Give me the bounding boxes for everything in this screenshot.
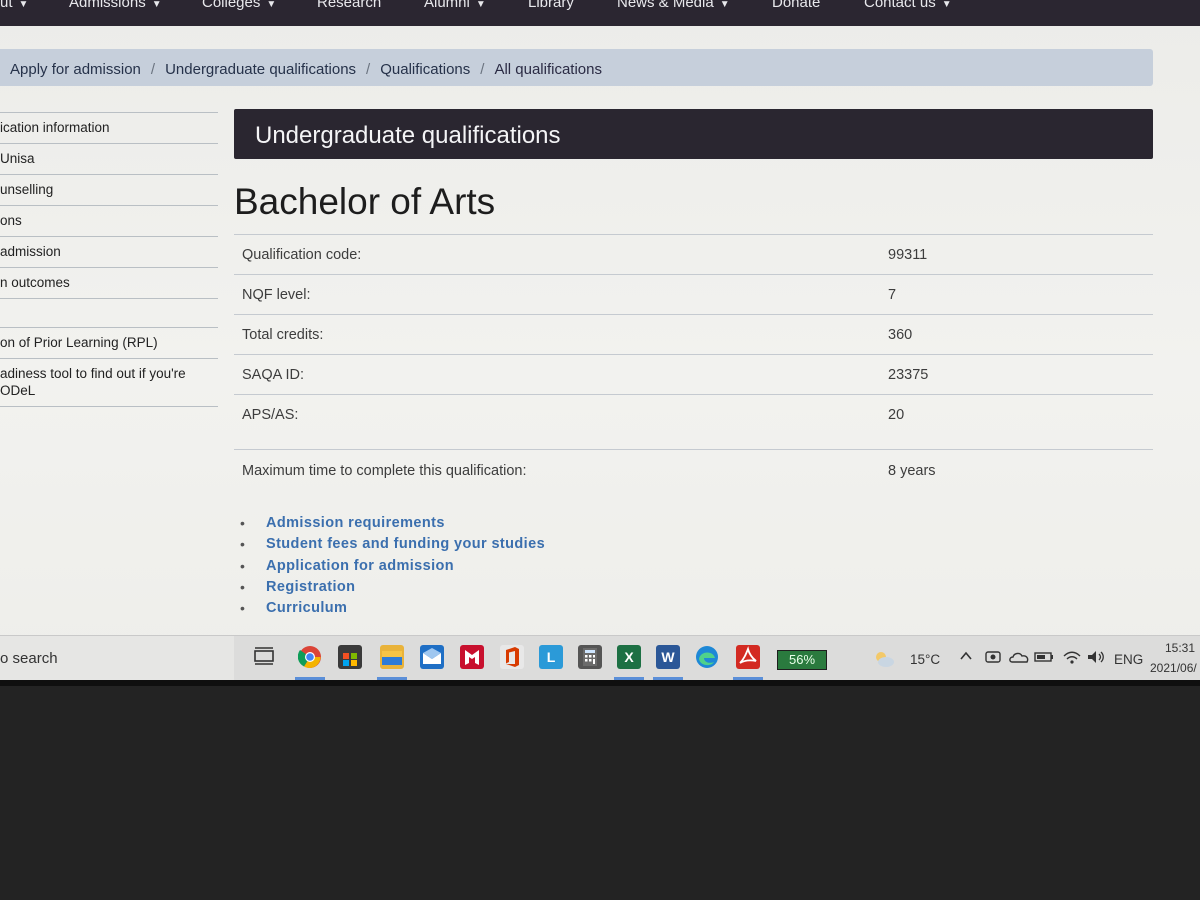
table-row: NQF level: 7 [234, 274, 1153, 315]
app-l-icon[interactable]: L [539, 645, 563, 669]
qualification-links: Admission requirements Student fees and … [240, 515, 545, 621]
row-label: SAQA ID: [234, 354, 888, 395]
list-item: Registration [240, 579, 545, 600]
weather-icon[interactable] [872, 649, 896, 672]
clock-date: 2021/06/ [1150, 661, 1197, 675]
file-explorer-icon[interactable] [380, 645, 404, 669]
breadcrumb-separator: / [366, 61, 371, 78]
table-row: Total credits: 360 [234, 314, 1153, 355]
row-value: 8 years [888, 449, 1153, 492]
page-title: Bachelor of Arts [234, 181, 496, 222]
office-icon[interactable] [500, 645, 524, 669]
mail-icon[interactable] [420, 645, 444, 669]
link-admission-requirements[interactable]: Admission requirements [266, 515, 445, 531]
chevron-down-icon: ▼ [941, 0, 952, 10]
qualification-details-table: Qualification code: 99311 NQF level: 7 T… [234, 234, 1153, 492]
task-view-icon[interactable] [252, 645, 276, 669]
chevron-down-icon: ▼ [266, 0, 277, 10]
breadcrumb-current: All qualifications [494, 61, 602, 78]
nav-news-media[interactable]: News & Media ▼ [617, 0, 730, 11]
row-label: Total credits: [234, 314, 888, 355]
table-spacer [234, 434, 1153, 450]
chevron-down-icon: ▼ [719, 0, 730, 10]
breadcrumb-qualifications[interactable]: Qualifications [380, 61, 470, 78]
volume-icon[interactable] [1086, 648, 1106, 669]
sidebar-menu: ication information Unisa unselling ons … [0, 112, 218, 407]
browser-screen: ut ▼ Admissions ▼ Colleges ▼ Research Alumn… [0, 0, 1200, 680]
calculator-icon[interactable] [578, 645, 602, 669]
nav-alumni[interactable]: Alumni ▼ [424, 0, 486, 11]
chevron-down-icon: ▼ [151, 0, 162, 10]
row-label: Qualification code: [234, 234, 888, 275]
pdf-reader-icon[interactable] [736, 645, 760, 669]
top-navigation: ut ▼ Admissions ▼ Colleges ▼ Research Alumn… [0, 0, 1200, 26]
sidebar-item-admission[interactable]: admission [0, 237, 218, 268]
chevron-down-icon: ▼ [18, 0, 29, 10]
row-value: 20 [888, 394, 1153, 434]
chevron-up-icon[interactable] [958, 648, 974, 667]
row-label: Maximum time to complete this qualificat… [234, 449, 888, 492]
taskbar-search-box[interactable]: o search [0, 636, 234, 680]
list-item: Curriculum [240, 600, 545, 621]
onedrive-icon[interactable] [1008, 649, 1030, 668]
link-curriculum[interactable]: Curriculum [266, 600, 347, 616]
clock[interactable]: 15:31 2021/06/ [1150, 641, 1200, 675]
meet-now-icon[interactable] [984, 648, 1002, 669]
table-row: APS/AS: 20 [234, 394, 1153, 434]
row-value: 360 [888, 314, 1153, 355]
list-item: Application for admission [240, 558, 545, 579]
breadcrumb-apply[interactable]: Apply for admission [10, 61, 141, 78]
row-value: 23375 [888, 354, 1153, 395]
language-indicator[interactable]: ENG [1114, 652, 1143, 667]
clock-time: 15:31 [1164, 641, 1196, 655]
sidebar-item-outcomes[interactable]: n outcomes [0, 268, 218, 299]
table-row: SAQA ID: 23375 [234, 354, 1153, 395]
list-item: Admission requirements [240, 515, 545, 536]
battery-icon[interactable] [1034, 650, 1054, 667]
taskbar: o search L X W 15°C ENG 15:31 2021/06/ [0, 635, 1200, 680]
wifi-icon[interactable] [1062, 648, 1082, 669]
breadcrumb-separator: / [480, 61, 485, 78]
sidebar-item-counselling[interactable]: unselling [0, 175, 218, 206]
store-icon[interactable] [338, 645, 362, 669]
mcafee-icon[interactable] [460, 645, 484, 669]
nav-colleges[interactable]: Colleges ▼ [202, 0, 276, 11]
nav-contact-us[interactable]: Contact us ▼ [864, 0, 952, 11]
nav-library[interactable]: Library [528, 0, 574, 11]
section-banner: Undergraduate qualifications [234, 109, 1153, 159]
table-row-max-time: Maximum time to complete this qualificat… [234, 449, 1153, 492]
list-item: Student fees and funding your studies [240, 536, 545, 557]
sidebar-item-rpl[interactable]: on of Prior Learning (RPL) [0, 328, 218, 359]
laptop-bezel [0, 680, 1200, 686]
section-heading: Undergraduate qualifications [255, 122, 561, 149]
row-label: NQF level: [234, 274, 888, 315]
row-value: 99311 [888, 234, 1153, 275]
nav-donate[interactable]: Donate [772, 0, 820, 11]
link-student-fees[interactable]: Student fees and funding your studies [266, 536, 545, 552]
chevron-down-icon: ▼ [475, 0, 486, 10]
nav-admissions[interactable]: Admissions ▼ [69, 0, 162, 11]
table-row: Qualification code: 99311 [234, 234, 1153, 275]
excel-icon[interactable]: X [617, 645, 641, 669]
sidebar-item-blank[interactable] [0, 299, 218, 328]
breadcrumb: Apply for admission / Undergraduate qualif… [0, 49, 1153, 86]
link-application-for-admission[interactable]: Application for admission [266, 558, 454, 574]
nav-research[interactable]: Research [317, 0, 381, 11]
sidebar-item-application-information[interactable]: ication information [0, 112, 218, 144]
row-value: 7 [888, 274, 1153, 315]
chrome-icon[interactable] [297, 645, 322, 669]
battery-percent-badge: 56% [777, 650, 827, 670]
row-label: APS/AS: [234, 394, 888, 434]
search-text: o search [0, 650, 58, 667]
link-registration[interactable]: Registration [266, 579, 355, 595]
nav-about[interactable]: ut ▼ [0, 0, 28, 11]
temperature: 15°C [910, 652, 941, 667]
sidebar-item-ons[interactable]: ons [0, 206, 218, 237]
breadcrumb-separator: / [150, 61, 156, 78]
edge-icon[interactable] [695, 645, 719, 669]
sidebar-item-unisa[interactable]: Unisa [0, 144, 218, 175]
sidebar-item-readiness-tool[interactable]: adiness tool to find out if you're ODeL [0, 359, 218, 407]
breadcrumb-undergraduate[interactable]: Undergraduate qualifications [165, 61, 356, 78]
word-icon[interactable]: W [656, 645, 680, 669]
